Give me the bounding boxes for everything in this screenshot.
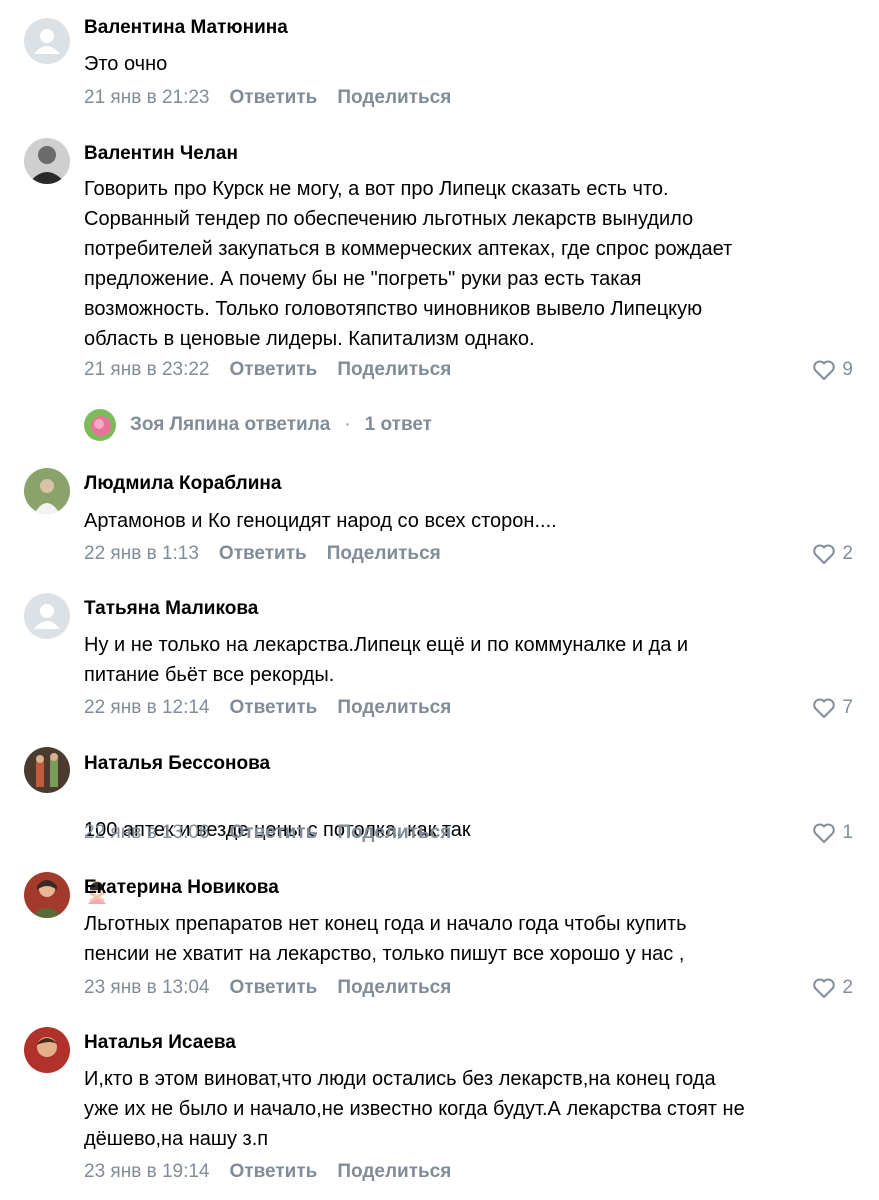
heart-icon <box>813 978 836 998</box>
comment-author[interactable]: Людмила Кораблина <box>84 472 281 496</box>
heart-icon <box>813 698 836 718</box>
separator-dot: · <box>344 414 351 435</box>
comment-author[interactable]: Валентин Челан <box>84 142 238 166</box>
reply-button[interactable]: Ответить <box>230 87 318 109</box>
user-photo-avatar[interactable] <box>24 468 70 514</box>
default-avatar-icon[interactable] <box>24 18 70 64</box>
person-gesturing-no-emoji <box>84 848 110 904</box>
replies-count: 1 ответ <box>364 414 432 435</box>
comment-text: Артамонов и Ко геноцидят народ со всех с… <box>84 510 557 532</box>
like-count: 9 <box>842 359 853 380</box>
comment-date[interactable]: 21 янв в 21:23 <box>84 87 210 109</box>
share-button[interactable]: Поделиться <box>327 543 441 565</box>
comment-text: Льготных препаратов нет конец года и нач… <box>84 913 687 965</box>
comment-date[interactable]: 22 янв в 13:06 <box>84 822 210 844</box>
comment-author[interactable]: Наталья Бессонова <box>84 752 270 776</box>
like-count: 2 <box>842 977 853 998</box>
reply-button[interactable]: Ответить <box>230 697 318 719</box>
heart-icon <box>813 823 836 843</box>
share-button[interactable]: Поделиться <box>337 977 451 999</box>
user-photo-avatar[interactable] <box>24 872 70 918</box>
like-button[interactable]: 2 <box>812 541 853 567</box>
like-button[interactable]: 7 <box>812 695 853 721</box>
comment-author[interactable]: Татьяна Маликова <box>84 597 258 621</box>
comment-meta: 22 янв в 13:06 Ответить Поделиться <box>84 820 471 846</box>
reply-button[interactable]: Ответить <box>219 543 307 565</box>
share-button[interactable]: Поделиться <box>337 359 451 381</box>
comment-date[interactable]: 23 янв в 13:04 <box>84 977 210 999</box>
reply-button[interactable]: Ответить <box>230 977 318 999</box>
like-count: 1 <box>842 822 853 843</box>
comment-text: И,кто в этом виноват,что люди остались б… <box>84 1068 745 1150</box>
share-button[interactable]: Поделиться <box>337 1161 451 1183</box>
heart-icon <box>813 544 836 564</box>
comment-author[interactable]: Наталья Исаева <box>84 1031 236 1055</box>
comment-meta: 23 янв в 13:04 Ответить Поделиться <box>84 975 471 1001</box>
like-count: 2 <box>842 543 853 564</box>
comment-date[interactable]: 21 янв в 23:22 <box>84 359 210 381</box>
comment-text: Это очно <box>84 53 168 75</box>
user-photo-avatar[interactable] <box>24 747 70 793</box>
comment-author[interactable]: Екатерина Новикова <box>84 876 279 900</box>
comment-date[interactable]: 23 янв в 19:14 <box>84 1161 210 1183</box>
share-button[interactable]: Поделиться <box>337 697 451 719</box>
comment-date[interactable]: 22 янв в 12:14 <box>84 697 210 719</box>
comment-meta: 22 янв в 1:13 Ответить Поделиться <box>84 541 461 567</box>
like-button[interactable]: 9 <box>812 357 853 383</box>
comment-meta: 21 янв в 23:22 Ответить Поделиться <box>84 357 471 383</box>
comment-meta: 23 янв в 19:14 Ответить Поделиться <box>84 1159 471 1185</box>
comment-text: Ну и не только на лекарства.Липецк ещё и… <box>84 634 689 686</box>
comment-meta: 22 янв в 12:14 Ответить Поделиться <box>84 695 471 721</box>
reply-button[interactable]: Ответить <box>230 822 318 844</box>
default-avatar-icon[interactable] <box>24 593 70 639</box>
like-button[interactable]: 1 <box>812 820 853 846</box>
comment-meta: 21 янв в 21:23 Ответить Поделиться <box>84 85 471 111</box>
user-photo-avatar[interactable] <box>24 1027 70 1073</box>
like-button[interactable]: 2 <box>812 975 853 1001</box>
comment-author[interactable]: Валентина Матюнина <box>84 16 288 40</box>
replies-thread-link[interactable]: Зоя Ляпина ответила · 1 ответ <box>84 408 432 442</box>
replier-avatar <box>84 409 116 441</box>
user-photo-avatar[interactable] <box>24 138 70 184</box>
replier-name: Зоя Ляпина ответила <box>130 414 331 435</box>
reply-button[interactable]: Ответить <box>230 359 318 381</box>
share-button[interactable]: Поделиться <box>337 822 451 844</box>
comment-text: Говорить про Курск не могу, а вот про Ли… <box>84 178 733 350</box>
share-button[interactable]: Поделиться <box>337 87 451 109</box>
reply-button[interactable]: Ответить <box>230 1161 318 1183</box>
heart-icon <box>813 360 836 380</box>
comment-date[interactable]: 22 янв в 1:13 <box>84 543 199 565</box>
like-count: 7 <box>842 697 853 718</box>
